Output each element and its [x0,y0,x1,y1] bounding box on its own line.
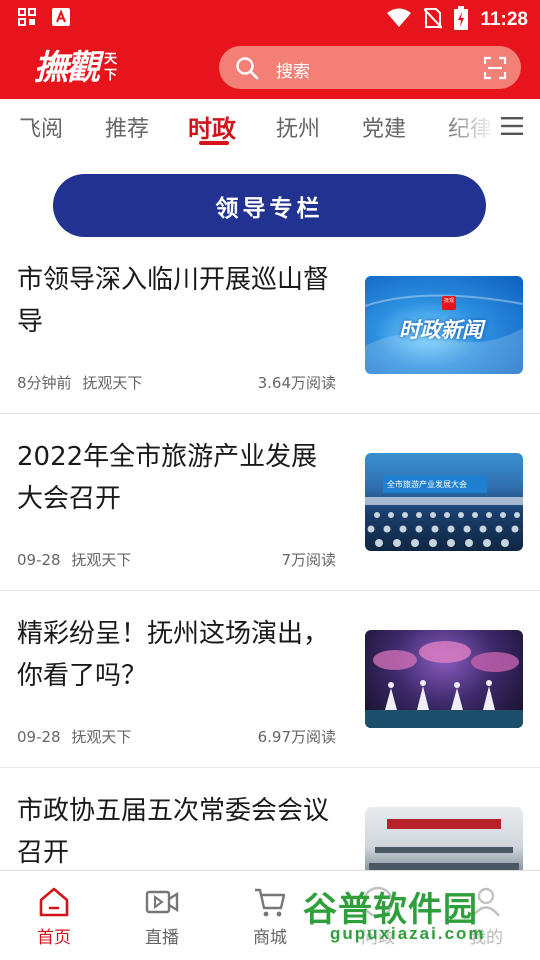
video-icon [145,885,179,919]
tab-tuijian[interactable]: 推荐 [105,111,149,143]
search-placeholder: 搜索 [276,62,310,82]
news-time: 09-28 [17,728,61,746]
home-icon [37,885,71,919]
logo-sub-text: 天下 [104,52,118,83]
thumb-badge: 抚观 [444,298,455,304]
app-logo[interactable]: 撫觀 天下 [34,46,134,90]
search-bar[interactable]: 搜索 [219,46,521,89]
news-thumbnail: 抚观 时政新闻 [365,276,523,374]
news-thumbnail: 全市旅游产业发展大会 [365,453,523,551]
status-bar: 11:28 [0,0,540,36]
grid-icon [18,8,36,30]
menu-icon[interactable] [501,116,523,140]
tab-dangjian[interactable]: 党建 [362,111,406,143]
active-tab-indicator [199,141,229,145]
cart-icon [253,885,287,919]
news-title: 2022年全市旅游产业发展大会召开 [17,442,318,514]
nav-live[interactable]: 直播 [108,871,216,960]
news-meta: 09-28 抚观天下 [17,726,131,747]
clock: 11:28 [480,9,528,30]
news-source: 抚观天下 [71,728,132,746]
news-source: 抚观天下 [71,551,132,569]
news-time: 09-28 [17,551,61,569]
news-title: 市政协五届五次常委会会议召开 [17,796,330,868]
battery-charging-icon [454,6,469,34]
news-meta: 09-28 抚观天下 [17,549,131,570]
news-item[interactable]: 市领导深入临川开展巡山督导 8分钟前 抚观天下 3.64万阅读 抚观 时政新闻 [0,237,540,414]
leader-column-button[interactable]: 领导专栏 [53,174,486,237]
search-icon [235,56,259,84]
tabs-fade [440,99,540,155]
news-item[interactable]: 2022年全市旅游产业发展大会召开 09-28 抚观天下 7万阅读 全市旅游产业… [0,414,540,591]
news-reads: 3.64万阅读 [257,374,336,392]
news-reads: 7万阅读 [281,551,336,569]
news-thumbnail [365,630,523,728]
nav-home[interactable]: 首页 [0,871,108,960]
a-app-icon [52,8,70,30]
thumb-caption: 全市旅游产业发展大会 [387,480,467,489]
nav-label: 直播 [145,928,179,948]
news-reads: 6.97万阅读 [257,728,336,746]
scan-icon[interactable] [483,56,507,84]
tab-feiyue[interactable]: 飞阅 [19,111,63,143]
news-title: 市领导深入临川开展巡山督导 [17,265,330,337]
top-header: 11:28 撫觀 天下 搜索 [0,0,540,99]
tab-fuzhou[interactable]: 抚州 [276,111,320,143]
news-meta: 8分钟前 抚观天下 [17,372,142,393]
news-title: 精彩纷呈！抚州这场演出，你看了吗？ [17,619,330,691]
nav-label: 首页 [37,928,71,948]
news-source: 抚观天下 [82,374,143,392]
tab-shizheng[interactable]: 时政 [188,109,236,144]
news-item[interactable]: 精彩纷呈！抚州这场演出，你看了吗？ 09-28 抚观天下 6.97万阅读 [0,591,540,768]
thumb-caption: 时政新闻 [399,318,483,342]
watermark-url: gupuxiazai.com [330,924,486,943]
wifi-icon [386,8,412,32]
no-sim-icon [423,7,444,33]
news-time: 8分钟前 [17,374,72,392]
logo-text: 撫觀 [34,48,100,88]
